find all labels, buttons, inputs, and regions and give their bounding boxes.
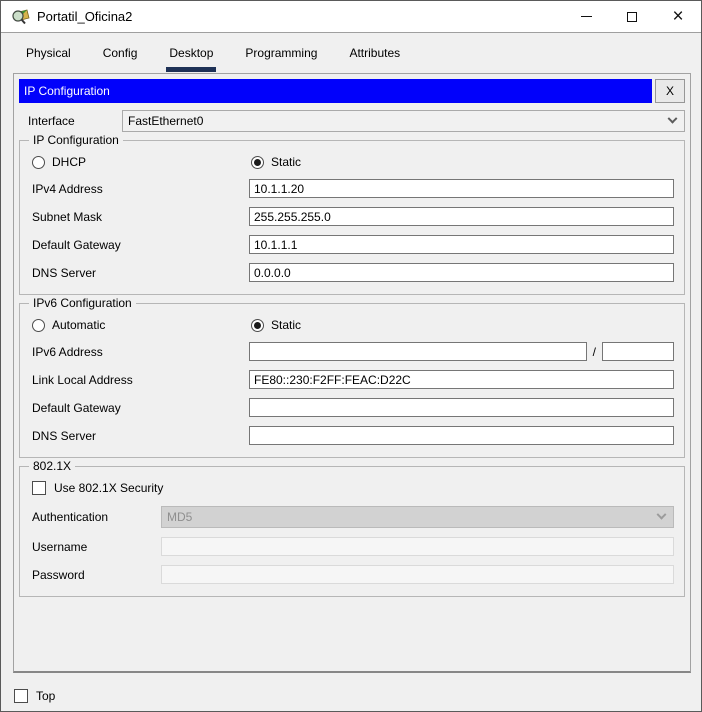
ipv6-address-row: IPv6 Address / xyxy=(32,342,674,361)
tab-programming[interactable]: Programming xyxy=(242,33,320,72)
ipv6-static-radio[interactable] xyxy=(251,318,264,332)
ipv6-default-gateway-input[interactable] xyxy=(249,398,674,417)
ipv4-mode-radio-row: DHCP Static xyxy=(32,154,674,170)
ipv6-default-gateway-row: Default Gateway xyxy=(32,398,674,417)
close-icon: × xyxy=(672,5,684,27)
dhcp-radio[interactable] xyxy=(32,155,45,169)
tab-config[interactable]: Config xyxy=(100,33,141,72)
dialog-close-button[interactable]: X xyxy=(655,79,685,103)
window-title: Portatil_Oficina2 xyxy=(37,9,133,24)
dot1x-security-label: Use 802.1X Security xyxy=(54,481,164,495)
ipv6-dns-server-row: DNS Server xyxy=(32,426,674,445)
window-controls: × xyxy=(563,1,701,32)
default-gateway-label: Default Gateway xyxy=(32,237,121,252)
authentication-row: Authentication MD5 xyxy=(32,506,674,528)
maximize-button[interactable] xyxy=(609,1,655,32)
link-local-address-row: Link Local Address xyxy=(32,370,674,389)
interface-row: Interface FastEthernet0 xyxy=(19,110,685,132)
subnet-mask-label: Subnet Mask xyxy=(32,209,103,224)
desktop-content-panel: IP Configuration X Interface FastEtherne… xyxy=(13,73,691,673)
tab-strip: Physical Config Desktop Programming Attr… xyxy=(1,33,701,72)
link-local-address-input[interactable] xyxy=(249,370,674,389)
default-gateway-row: Default Gateway xyxy=(32,235,674,254)
dns-server-input[interactable] xyxy=(249,263,674,282)
footer: Top xyxy=(14,689,55,703)
static-radio[interactable] xyxy=(251,155,264,169)
top-checkbox[interactable] xyxy=(14,689,28,703)
ipv6-configuration-group: IPv6 Configuration Automatic Static IPv6… xyxy=(19,296,685,458)
interface-selected-value: FastEthernet0 xyxy=(128,114,204,128)
password-input xyxy=(161,565,674,584)
maximize-icon xyxy=(627,11,637,22)
ipv6-dns-server-input[interactable] xyxy=(249,426,674,445)
chevron-down-icon xyxy=(656,509,667,520)
tab-attributes[interactable]: Attributes xyxy=(346,33,403,72)
ipv6-dns-server-label: DNS Server xyxy=(32,428,97,443)
title-bar: Portatil_Oficina2 × xyxy=(1,1,701,33)
ipv4-address-label: IPv4 Address xyxy=(32,181,103,196)
ipv6-automatic-option[interactable]: Automatic xyxy=(32,318,251,332)
chevron-down-icon xyxy=(667,113,678,124)
default-gateway-input[interactable] xyxy=(249,235,674,254)
minimize-button[interactable] xyxy=(563,1,609,32)
ipv6-automatic-radio[interactable] xyxy=(32,318,45,332)
dot1x-security-option[interactable]: Use 802.1X Security xyxy=(32,480,674,496)
dot1x-security-checkbox[interactable] xyxy=(32,481,46,495)
link-local-address-label: Link Local Address xyxy=(32,372,133,387)
dns-server-row: DNS Server xyxy=(32,263,674,282)
ipv6-address-label: IPv6 Address xyxy=(32,344,103,359)
dhcp-option[interactable]: DHCP xyxy=(32,155,251,169)
close-button[interactable]: × xyxy=(655,1,701,32)
ipv4-address-row: IPv4 Address xyxy=(32,179,674,198)
static-label: Static xyxy=(271,155,302,169)
password-row: Password xyxy=(32,565,674,584)
dns-server-label: DNS Server xyxy=(32,265,97,280)
ipv6-prefix-separator: / xyxy=(592,344,596,359)
ip-configuration-group-title: IP Configuration xyxy=(29,133,123,147)
ip-configuration-group: IP Configuration DHCP Static IPv4 Addres… xyxy=(19,133,685,295)
dot1x-group-title: 802.1X xyxy=(29,459,76,473)
ipv6-default-gateway-label: Default Gateway xyxy=(32,400,121,415)
top-label: Top xyxy=(36,689,56,703)
password-label: Password xyxy=(32,567,85,582)
dot1x-group: 802.1X Use 802.1X Security Authenticatio… xyxy=(19,459,685,597)
interface-select[interactable]: FastEthernet0 xyxy=(122,110,685,132)
username-input xyxy=(161,537,674,556)
tab-physical[interactable]: Physical xyxy=(23,33,74,72)
dialog-title: IP Configuration xyxy=(24,84,110,98)
static-option[interactable]: Static xyxy=(251,155,470,169)
dhcp-label: DHCP xyxy=(52,155,87,169)
ipv6-static-option[interactable]: Static xyxy=(251,318,470,332)
ipv6-address-input[interactable] xyxy=(249,342,587,361)
device-window: Portatil_Oficina2 × Physical Config Desk… xyxy=(0,0,702,712)
ipv4-address-input[interactable] xyxy=(249,179,674,198)
authentication-selected-value: MD5 xyxy=(167,510,193,524)
ip-configuration-header: IP Configuration X xyxy=(19,79,685,103)
subnet-mask-row: Subnet Mask xyxy=(32,207,674,226)
ipv6-static-label: Static xyxy=(271,318,302,332)
username-row: Username xyxy=(32,537,674,556)
ipv6-mode-radio-row: Automatic Static xyxy=(32,317,674,333)
authentication-select: MD5 xyxy=(161,506,674,528)
interface-label: Interface xyxy=(28,114,75,128)
subnet-mask-input[interactable] xyxy=(249,207,674,226)
ipv6-prefix-input[interactable] xyxy=(602,342,674,361)
minimize-icon xyxy=(580,16,592,17)
packet-tracer-app-icon xyxy=(12,9,30,25)
ipv6-automatic-label: Automatic xyxy=(52,318,106,332)
authentication-label: Authentication xyxy=(32,510,109,524)
username-label: Username xyxy=(32,539,88,554)
ipv6-configuration-group-title: IPv6 Configuration xyxy=(29,296,136,310)
tab-desktop[interactable]: Desktop xyxy=(166,33,217,72)
dialog-title-bar: IP Configuration xyxy=(19,79,652,103)
